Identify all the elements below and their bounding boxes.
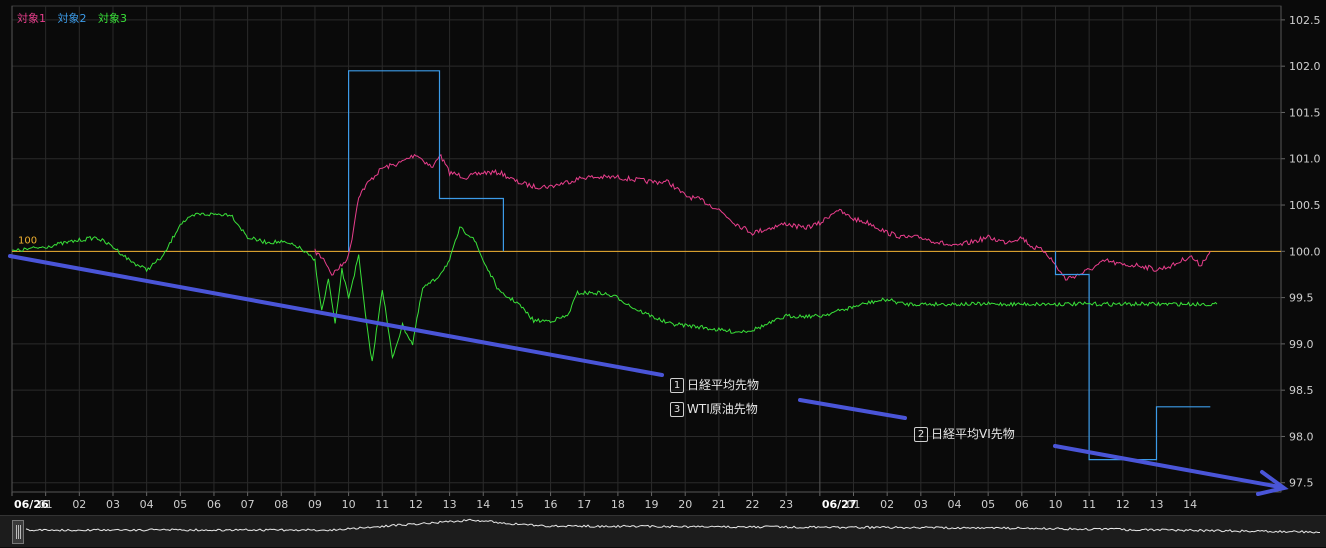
navigator-overview <box>25 518 1320 534</box>
annotation-nikkei-vi-futures: 2 日経平均VI先物 <box>914 425 1015 442</box>
y-tick-label: 98.0 <box>1289 430 1314 443</box>
annotation-wti-futures: 3 WTI原油先物 <box>670 400 758 417</box>
x-tick-label: 05 <box>981 498 995 511</box>
y-tick-label: 101.0 <box>1289 153 1321 166</box>
x-tick-label: 01 <box>847 498 861 511</box>
annotation-text: 日経平均先物 <box>687 378 760 392</box>
x-tick-label: 06 <box>1015 498 1029 511</box>
chart-canvas: 97.5 98.0 98.5 99.0 99.5 100.0 100.5 101.0 101.5… <box>8 5 1321 511</box>
y-tick-label: 98.5 <box>1289 384 1314 397</box>
annotation-number: 1 <box>670 378 684 393</box>
x-tick-label: 02 <box>880 498 894 511</box>
annotation-number: 2 <box>914 427 928 442</box>
range-navigator[interactable] <box>0 515 1326 547</box>
x-tick-label: 03 <box>914 498 928 511</box>
x-tick-label: 23 <box>779 498 793 511</box>
y-tick-label: 100.5 <box>1289 199 1321 212</box>
annotation-nikkei-futures: 1 日経平均先物 <box>670 376 759 393</box>
x-tick-label: 17 <box>577 498 591 511</box>
y-tick-label: 97.5 <box>1289 477 1314 490</box>
x-tick-label: 16 <box>544 498 558 511</box>
navigator-line <box>25 518 1320 534</box>
x-tick-label: 12 <box>409 498 423 511</box>
legend-item-3[interactable]: 対象3 <box>98 12 127 25</box>
annotation-number: 3 <box>670 402 684 417</box>
annotation-text: WTI原油先物 <box>687 402 758 416</box>
legend-item-2[interactable]: 対象2 <box>58 12 87 25</box>
x-tick-label: 13 <box>1149 498 1163 511</box>
x-tick-label: 03 <box>106 498 120 511</box>
x-tick-label: 04 <box>140 498 154 511</box>
x-tick-label: 10 <box>1048 498 1062 511</box>
x-tick-label: 09 <box>308 498 322 511</box>
x-tick-label: 15 <box>510 498 524 511</box>
x-tick-label: 10 <box>342 498 356 511</box>
x-tick-label: 14 <box>476 498 490 511</box>
x-tick-label: 22 <box>746 498 760 511</box>
y-tick-label: 102.0 <box>1289 60 1321 73</box>
x-tick-label: 02 <box>72 498 86 511</box>
y-tick-label: 99.0 <box>1289 338 1314 351</box>
x-tick-label: 12 <box>1116 498 1130 511</box>
legend: 対象1 対象2 対象3 <box>17 10 135 26</box>
x-tick-label: 14 <box>1183 498 1197 511</box>
x-tick-label: 13 <box>443 498 457 511</box>
x-tick-label: 07 <box>241 498 255 511</box>
x-tick-label: 21 <box>712 498 726 511</box>
x-tick-label: 01 <box>39 498 53 511</box>
navigator-drag-handle[interactable] <box>12 520 24 544</box>
baseline-label: 100 <box>18 235 37 246</box>
y-tick-label: 99.5 <box>1289 292 1314 305</box>
x-tick-label: 08 <box>274 498 288 511</box>
x-tick-label: 11 <box>1082 498 1096 511</box>
y-tick-label: 102.5 <box>1289 14 1321 27</box>
y-tick-label: 100.0 <box>1289 245 1321 258</box>
annotation-text: 日経平均VI先物 <box>931 427 1015 441</box>
y-tick-label: 101.5 <box>1289 106 1321 119</box>
x-tick-label: 19 <box>645 498 659 511</box>
x-tick-label: 18 <box>611 498 625 511</box>
grid <box>11 5 1282 493</box>
plot-area <box>11 5 1282 493</box>
x-tick-label: 06 <box>207 498 221 511</box>
legend-item-1[interactable]: 対象1 <box>17 12 46 25</box>
x-tick-label: 05 <box>173 498 187 511</box>
x-tick-label: 04 <box>947 498 961 511</box>
x-tick-label: 20 <box>678 498 692 511</box>
x-tick-label: 11 <box>375 498 389 511</box>
